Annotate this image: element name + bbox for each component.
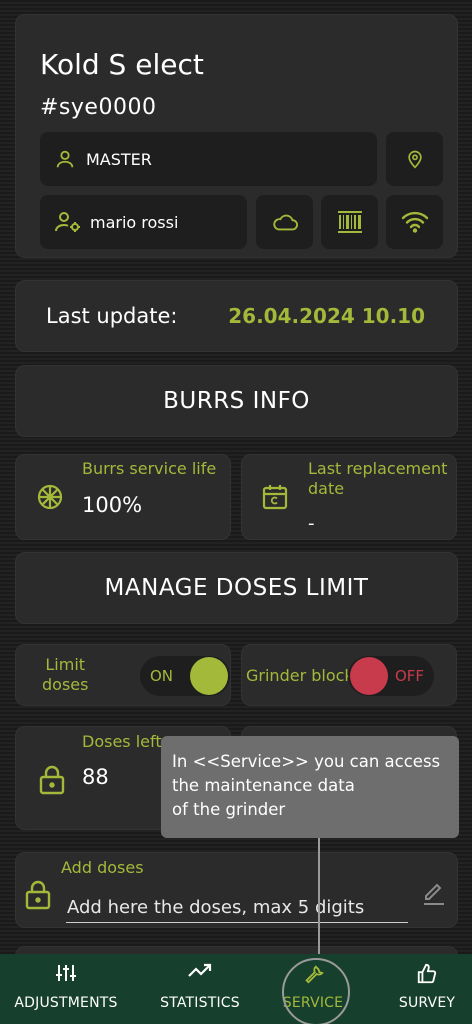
nav-survey-label: SURVEY xyxy=(398,995,456,1011)
manage-doses-limit-header[interactable]: MANAGE DOSES LIMIT xyxy=(15,552,458,624)
grinder-block-toggle[interactable]: OFF xyxy=(348,656,434,696)
grinder-block-card: Grinder block OFF xyxy=(241,644,457,706)
last-replacement-card: Last replacement date - xyxy=(241,454,457,540)
barcode-icon xyxy=(337,210,363,234)
grinder-block-label: Grinder block xyxy=(246,666,354,685)
last-replacement-label: Last replacement date xyxy=(308,459,447,499)
user-gear-icon xyxy=(54,210,82,234)
tooltip-line-1: In <<Service>> you can access xyxy=(172,752,441,771)
cloud-icon xyxy=(272,212,298,232)
trend-up-icon xyxy=(188,963,212,985)
nav-adjustments[interactable]: ADJUSTMENTS xyxy=(6,954,126,1024)
calendar-icon xyxy=(262,483,288,511)
user-field: mario rossi xyxy=(40,195,247,249)
toggle-knob xyxy=(350,657,388,695)
lock-icon xyxy=(24,880,52,910)
service-tooltip: In <<Service>> you can access the mainte… xyxy=(161,736,459,838)
nav-statistics[interactable]: STATISTICS xyxy=(148,954,252,1024)
user-icon xyxy=(54,148,76,170)
lock-icon xyxy=(38,765,66,795)
wifi-icon xyxy=(401,211,429,233)
last-update-label: Last update: xyxy=(46,304,178,328)
limit-doses-card: Limit doses ON xyxy=(15,644,231,706)
barcode-button[interactable] xyxy=(321,195,378,249)
limit-doses-toggle[interactable]: ON xyxy=(140,656,230,696)
nav-adjustments-label: ADJUSTMENTS xyxy=(14,995,118,1011)
tooltip-pointer-line xyxy=(318,838,320,961)
tooltip-line-2: the maintenance data xyxy=(172,776,355,795)
tooltip-line-3: of the grinder xyxy=(172,800,286,819)
thumbs-up-icon xyxy=(416,963,438,985)
wifi-button[interactable] xyxy=(386,195,443,249)
machine-info-card: Kold S elect #sye0000 MASTER mario rossi xyxy=(15,14,458,258)
doses-left-label: Doses left xyxy=(82,732,162,751)
machine-name: Kold S elect xyxy=(40,48,204,81)
user-name: mario rossi xyxy=(90,212,179,232)
pencil-icon[interactable] xyxy=(421,880,447,906)
burrs-service-life-label: Burrs service life xyxy=(82,459,217,478)
last-update-value: 26.04.2024 10.10 xyxy=(228,304,425,328)
cloud-button[interactable] xyxy=(256,195,313,249)
bottom-navigation: ADJUSTMENTS STATISTICS SERVICE SURVEY xyxy=(0,954,472,1024)
burrs-info-header[interactable]: BURRS INFO xyxy=(15,365,458,437)
toggle-knob xyxy=(190,657,228,695)
limit-doses-label: Limit doses xyxy=(42,655,88,695)
add-doses-label: Add doses xyxy=(61,858,144,877)
burr-wheel-icon xyxy=(36,483,64,511)
location-button[interactable] xyxy=(386,132,443,186)
sliders-icon xyxy=(55,963,77,985)
limit-doses-label-line2: doses xyxy=(42,675,89,694)
role-label: MASTER xyxy=(86,149,152,169)
burrs-service-life-card: Burrs service life 100% xyxy=(15,454,231,540)
limit-doses-label-line1: Limit xyxy=(45,655,86,674)
add-doses-input[interactable] xyxy=(66,893,408,923)
last-update-card: Last update: 26.04.2024 10.10 xyxy=(15,280,458,352)
add-doses-card: Add doses xyxy=(15,852,458,928)
nav-statistics-label: STATISTICS xyxy=(160,995,240,1011)
limit-doses-state: ON xyxy=(150,667,174,685)
serial-number: #sye0000 xyxy=(40,95,157,120)
service-highlight-ring xyxy=(282,958,350,1024)
location-pin-icon xyxy=(405,148,425,170)
last-replacement-label-line2: date xyxy=(308,479,345,498)
grinder-block-state: OFF xyxy=(394,667,424,685)
burrs-service-life-value: 100% xyxy=(82,493,143,517)
last-replacement-label-line1: Last replacement xyxy=(308,459,448,478)
role-field: MASTER xyxy=(40,132,377,186)
nav-survey[interactable]: SURVEY xyxy=(386,954,468,1024)
last-replacement-value: - xyxy=(308,513,315,534)
doses-left-value: 88 xyxy=(82,765,109,789)
